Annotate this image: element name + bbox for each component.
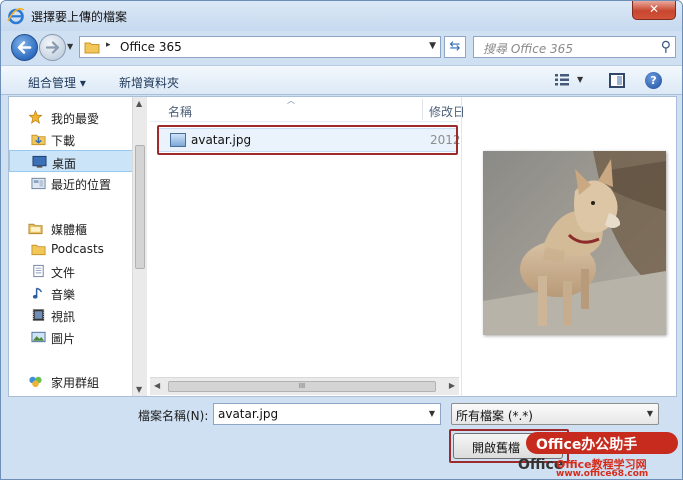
recent-locations-dropdown[interactable]: ▼	[67, 42, 73, 51]
filename-label: 檔案名稱(N):	[138, 409, 209, 423]
scrollbar-grip[interactable]: III	[299, 382, 305, 390]
dog-photo-preview	[483, 151, 666, 335]
sidebar-item-label: 下載	[51, 134, 76, 148]
sidebar-item-desktop[interactable]: 桌面	[9, 150, 134, 172]
scroll-left-icon[interactable]: ◀	[154, 381, 160, 390]
desktop-icon	[32, 155, 47, 168]
breadcrumb-separator-icon[interactable]: ▸	[106, 40, 111, 50]
close-icon[interactable]: ✕	[649, 2, 659, 16]
scroll-right-icon[interactable]: ▶	[449, 381, 455, 390]
folder-icon	[31, 244, 46, 256]
navigation-pane-scrollbar[interactable]: ▲ ▼	[132, 97, 147, 396]
sort-ascending-icon: ︿	[287, 96, 295, 105]
sidebar-item-label: Podcasts	[51, 242, 104, 256]
scroll-up-icon[interactable]: ▲	[136, 99, 142, 108]
documents-icon	[33, 264, 44, 278]
dialog-title: 選擇要上傳的檔案	[31, 10, 128, 24]
sidebar-item-label: 桌面	[52, 157, 77, 171]
view-dropdown-icon[interactable]: ▼	[577, 75, 583, 84]
content-area: 我的最愛 下載 桌面 最近的位置 媒體櫃 Podcasts 文件 音樂 視訊 圖…	[8, 96, 677, 397]
sidebar-item-label: 我的最愛	[51, 112, 100, 126]
filetype-dropdown-icon[interactable]: ▼	[647, 409, 653, 418]
filetype-value[interactable]: 所有檔案 (*.*)	[456, 407, 533, 424]
sidebar-item-label: 視訊	[51, 310, 76, 324]
forward-arrow-icon[interactable]	[40, 35, 65, 60]
download-folder-icon	[31, 134, 46, 146]
sidebar-item-favorites[interactable]: 我的最愛	[9, 106, 134, 128]
file-list-pane: ︿ 名稱 修改日 avatar.jpg 2012 ◀ III ▶	[150, 96, 465, 396]
sidebar-item-label: 媒體櫃	[51, 223, 88, 237]
title-bar: 選擇要上傳的檔案 ✕	[1, 1, 682, 31]
sidebar-item-label: 家用群組	[51, 376, 100, 390]
search-placeholder[interactable]: 搜尋 Office 365	[483, 40, 573, 57]
column-header-modified[interactable]: 修改日	[429, 103, 465, 120]
help-glyph[interactable]: ?	[650, 74, 656, 87]
back-button[interactable]	[11, 34, 38, 61]
back-arrow-icon[interactable]	[12, 35, 37, 60]
sidebar-item-recent-places[interactable]: 最近的位置	[9, 172, 134, 194]
sidebar-item-label: 圖片	[51, 332, 76, 346]
sidebar-item-label: 音樂	[51, 288, 76, 302]
filename-field[interactable]: avatar.jpg ▼	[213, 403, 441, 425]
homegroup-icon	[29, 376, 42, 388]
organize-button[interactable]: 組合管理 ▾	[28, 74, 86, 91]
command-toolbar: 組合管理 ▾ 新增資料夾 ▼ ?	[1, 65, 682, 95]
music-icon	[32, 287, 42, 299]
sidebar-item-pictures[interactable]: 圖片	[9, 326, 134, 348]
sidebar-item-libraries[interactable]: 媒體櫃	[9, 217, 134, 239]
sidebar-item-downloads[interactable]: 下載	[9, 128, 134, 150]
navigation-pane: 我的最愛 下載 桌面 最近的位置 媒體櫃 Podcasts 文件 音樂 視訊 圖…	[9, 97, 139, 396]
sidebar-item-homegroup[interactable]: 家用群組	[9, 370, 134, 392]
watermark-top-text: Office办公助手	[536, 437, 638, 453]
horizontal-scrollbar[interactable]: ◀ III ▶	[150, 377, 459, 395]
breadcrumb-office-365[interactable]: Office 365	[120, 40, 182, 54]
close-button[interactable]: ✕	[632, 1, 676, 20]
file-highlight-annotation	[157, 125, 458, 155]
new-folder-button[interactable]: 新增資料夾	[119, 74, 179, 91]
address-dropdown-icon[interactable]: ▼	[429, 41, 436, 51]
pictures-icon	[31, 331, 46, 343]
sidebar-item-music[interactable]: 音樂	[9, 282, 134, 304]
search-icon[interactable]: ⚲	[661, 39, 671, 55]
ie-logo-icon	[7, 8, 25, 25]
refresh-button[interactable]: ⇆	[444, 36, 466, 58]
search-input[interactable]: 搜尋 Office 365 ⚲	[473, 36, 676, 58]
sidebar-item-label: 文件	[51, 266, 76, 280]
preview-pane	[461, 97, 676, 396]
forward-button[interactable]	[39, 34, 66, 61]
navigation-bar: ▼ ▸ Office 365 ▼ ⇆ 搜尋 Office 365 ⚲	[1, 31, 682, 63]
filename-dropdown-icon[interactable]: ▼	[429, 409, 435, 418]
view-options-icon[interactable]	[554, 73, 570, 87]
filetype-select[interactable]: 所有檔案 (*.*) ▼	[451, 403, 659, 425]
help-icon[interactable]: ?	[645, 72, 662, 89]
folder-icon	[84, 42, 100, 54]
recent-places-icon	[31, 177, 46, 190]
address-bar[interactable]: ▸ Office 365 ▼	[79, 36, 441, 58]
file-open-dialog: 選擇要上傳的檔案 ✕ ▼ ▸ Office 365 ▼ ⇆ 搜尋 Office …	[0, 0, 683, 480]
star-icon	[28, 110, 43, 124]
filename-value[interactable]: avatar.jpg	[218, 407, 278, 421]
column-header-name[interactable]: 名稱	[168, 103, 192, 120]
sidebar-item-podcasts[interactable]: Podcasts	[9, 238, 134, 260]
refresh-icon[interactable]: ⇆	[450, 39, 461, 54]
column-header-row: ︿ 名稱 修改日	[150, 96, 465, 122]
watermark-url: www.office68.com	[556, 469, 649, 479]
library-icon	[28, 223, 43, 235]
scrollbar-thumb[interactable]: III	[168, 381, 436, 392]
sidebar-item-videos[interactable]: 視訊	[9, 304, 134, 326]
sidebar-item-documents[interactable]: 文件	[9, 260, 134, 282]
video-icon	[32, 309, 45, 321]
column-divider[interactable]	[422, 99, 423, 120]
watermark: Office办公助手 Office Office教程学习网 www.office…	[516, 431, 681, 479]
scroll-down-icon[interactable]: ▼	[136, 385, 142, 394]
scrollbar-thumb[interactable]	[135, 145, 145, 269]
sidebar-item-label: 最近的位置	[51, 178, 112, 192]
preview-pane-toggle-icon[interactable]	[609, 73, 625, 88]
